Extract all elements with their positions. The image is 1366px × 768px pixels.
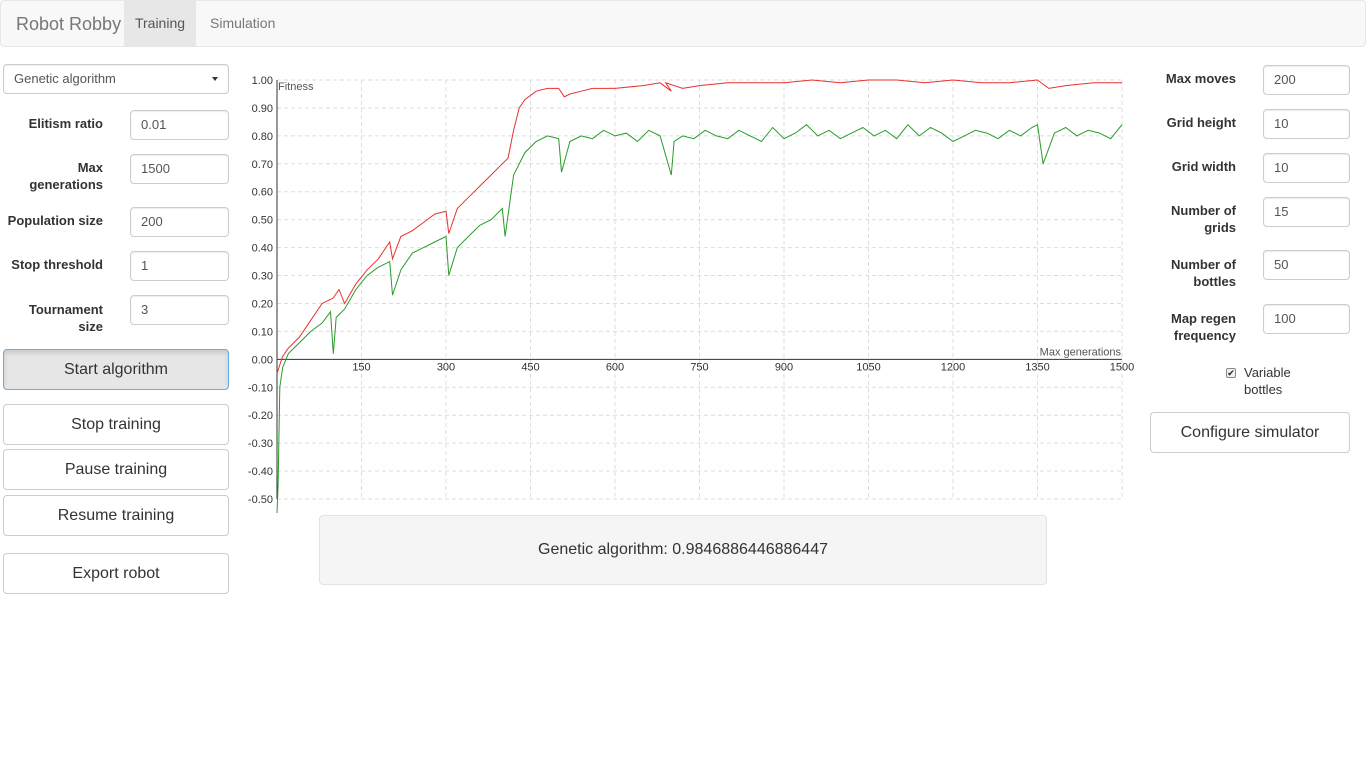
y-tick-label: -0.30 [248,438,273,450]
y-tick-label: 0.40 [252,243,273,255]
max-moves-label: Max moves [1165,71,1236,86]
export-robot-button[interactable]: Export robot [3,553,229,594]
x-tick-label: 450 [521,361,539,373]
y-tick-label: 0.10 [252,326,273,338]
stop-threshold-label: Stop threshold [11,257,103,272]
y-tick-label: -0.10 [248,382,273,394]
tournament-size-input[interactable]: 3 [130,295,229,325]
number-of-grids-label: Number of grids [1171,203,1236,235]
grid-width-input[interactable]: 10 [1263,153,1350,183]
y-axis-title: Fitness [278,81,314,93]
y-tick-label: 0.90 [252,103,273,115]
y-tick-label: 0.20 [252,298,273,310]
grid-height-input[interactable]: 10 [1263,109,1350,139]
fitness-chart: 1.00 0.90 0.80 0.70 0.60 0.50 0.40 0.30 0.20 0.10… [248,75,1134,514]
population-size-label: Population size [7,213,103,228]
start-algorithm-button[interactable]: Start algorithm [3,349,229,390]
population-size-input[interactable]: 200 [130,207,229,237]
x-tick-label: 300 [437,361,455,373]
chevron-down-icon [212,77,218,81]
y-tick-label: -0.50 [248,494,273,506]
x-tick-label: 1200 [941,361,965,373]
map-regen-frequency-label: Map regen frequency [1170,311,1236,343]
configure-simulator-button[interactable]: Configure simulator [1150,412,1350,453]
x-tick-label: 600 [606,361,624,373]
x-tick-label: 900 [775,361,793,373]
max-generations-label: Max generations [29,160,103,192]
x-tick-label: 1500 [1110,361,1134,373]
max-generations-input[interactable]: 1500 [130,154,229,184]
y-tick-label: -0.40 [248,466,273,478]
tournament-size-label: Tournament size [28,302,103,334]
variable-bottles-checkbox[interactable]: ✔ [1226,368,1236,378]
y-tick-label: 0.80 [252,131,273,143]
grid-height-label: Grid height [1166,115,1236,130]
tab-simulation[interactable]: Simulation [196,1,289,46]
max-moves-input[interactable]: 200 [1263,65,1350,95]
map-regen-frequency-input[interactable]: 100 [1263,304,1350,334]
tab-training[interactable]: Training [124,1,196,46]
y-tick-label: 0.30 [252,271,273,283]
navbar: Robot Robby Training Simulation [0,0,1366,47]
pause-training-button[interactable]: Pause training [3,449,229,490]
x-axis-title: Max generations [1040,346,1122,358]
algorithm-select[interactable]: Genetic algorithm [3,64,229,94]
elitism-ratio-label: Elitism ratio [28,116,103,131]
y-tick-label: 1.00 [252,75,273,87]
y-tick-label: -0.20 [248,410,273,422]
x-tick-label: 750 [690,361,708,373]
stop-threshold-input[interactable]: 1 [130,251,229,281]
y-tick-label: 0.70 [252,159,273,171]
app-title[interactable]: Robot Robby [16,14,121,34]
grid-width-label: Grid width [1171,159,1236,174]
resume-training-button[interactable]: Resume training [3,495,229,536]
number-of-bottles-input[interactable]: 50 [1263,250,1350,280]
number-of-grids-input[interactable]: 15 [1263,197,1350,227]
y-tick-label: 0.60 [252,187,273,199]
result-display: Genetic algorithm: 0.9846886446886447 [319,515,1047,585]
y-tick-label: 0.00 [252,354,273,366]
y-tick-label: 0.50 [252,215,273,227]
x-tick-label: 1050 [856,361,880,373]
stop-training-button[interactable]: Stop training [3,404,229,445]
variable-bottles-label: Variable bottles [1244,365,1291,397]
algorithm-select-value: Genetic algorithm [14,71,116,86]
result-text: Genetic algorithm: 0.9846886446886447 [538,541,828,558]
x-tick-label: 1350 [1025,361,1049,373]
elitism-ratio-input[interactable]: 0.01 [130,110,229,140]
x-tick-label: 150 [352,361,370,373]
number-of-bottles-label: Number of bottles [1171,257,1236,289]
